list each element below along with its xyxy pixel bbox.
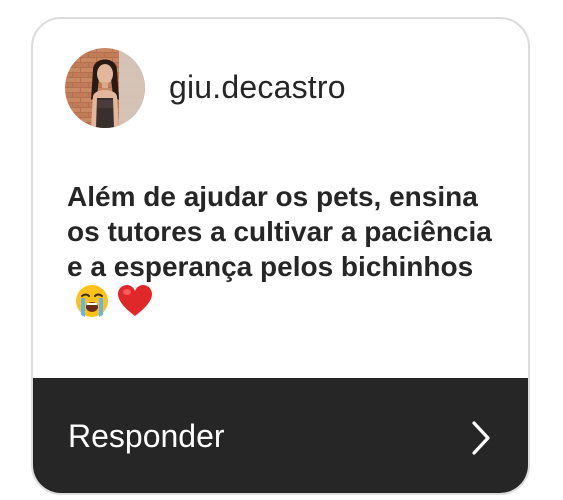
red-heart-icon xyxy=(117,284,153,326)
username[interactable]: giu.decastro xyxy=(169,69,346,106)
reply-button[interactable]: Responder xyxy=(33,378,528,493)
message-body: Além de ajudar os pets, ensina os tutore… xyxy=(67,181,492,282)
card-header: giu.decastro xyxy=(33,19,528,149)
message-text: Além de ajudar os pets, ensina os tutore… xyxy=(67,179,507,326)
avatar[interactable] xyxy=(65,48,145,128)
profile-photo-icon xyxy=(65,48,145,128)
question-response-card: giu.decastro Além de ajudar os pets, ens… xyxy=(31,17,530,495)
loudly-crying-face-icon xyxy=(75,284,109,326)
chevron-right-icon xyxy=(471,420,491,456)
reply-label: Responder xyxy=(68,418,225,454)
